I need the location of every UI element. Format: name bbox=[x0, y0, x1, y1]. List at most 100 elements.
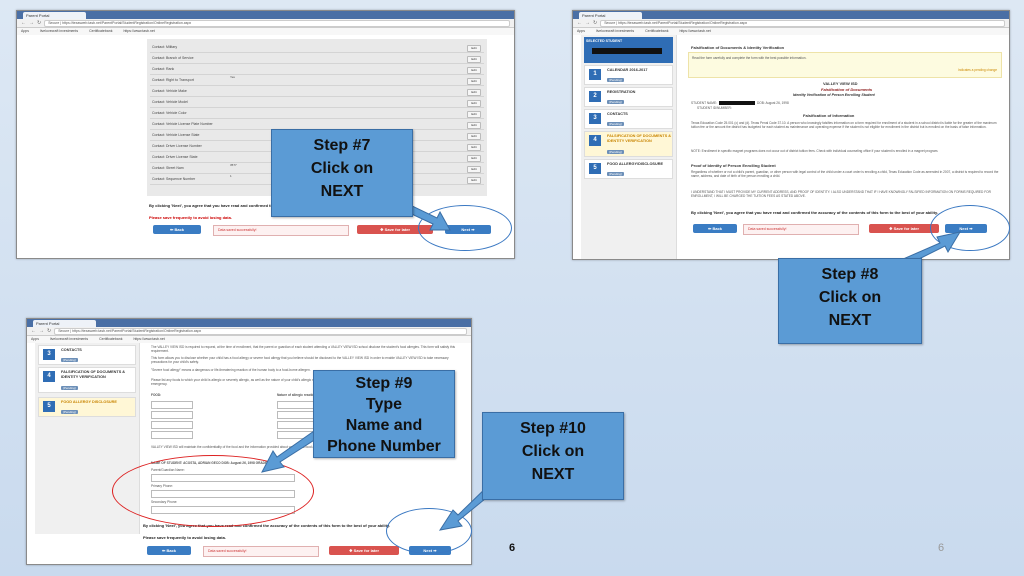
bookmark-tasb[interactable]: https://www.tasb.net bbox=[123, 29, 154, 33]
reload-icon[interactable]: ↻ bbox=[37, 20, 41, 26]
section-heading: Falsification of Information bbox=[803, 113, 855, 118]
status-badge: (Pending) bbox=[607, 99, 625, 104]
form-title: Falsification of Documents & Identity Ve… bbox=[691, 45, 785, 50]
sidebar-step-registration[interactable]: 2 REGISTRATION (Pending) bbox=[584, 87, 673, 107]
edit-button[interactable]: Edit bbox=[467, 177, 481, 184]
edit-button[interactable]: Edit bbox=[467, 133, 481, 140]
status-badge: (Pending) bbox=[61, 385, 79, 390]
bookmark-investments[interactable]: livelovecraft investments bbox=[50, 337, 88, 341]
food-label: FOOD: bbox=[151, 393, 162, 397]
edit-button[interactable]: Edit bbox=[467, 122, 481, 129]
row-label: Contact: Street Nam bbox=[152, 166, 184, 170]
back-button[interactable]: ⬅ Back bbox=[153, 225, 201, 234]
bookmark-tasb[interactable]: https://www.tasb.net bbox=[133, 337, 164, 341]
row-label: Contact: Vehicle Model bbox=[152, 100, 188, 104]
row-label: Contact: Vehicle Make bbox=[152, 89, 187, 93]
district-name: VALLEY VIEW ISD bbox=[823, 81, 858, 86]
food-input[interactable] bbox=[151, 431, 193, 439]
step-label: FOOD ALLERGY DISCLOSURE bbox=[61, 400, 117, 404]
bookmark-tasb[interactable]: https://www.tasb.net bbox=[679, 29, 710, 33]
url-input[interactable]: Secure | https://texasweb.tasb.net/Paren… bbox=[54, 327, 467, 335]
step-label: CALENDAR 2016-2017 bbox=[607, 68, 648, 72]
paragraph: This form allows you to disclose whether… bbox=[151, 356, 449, 365]
paragraph: Regardless of whether or not a child's p… bbox=[691, 170, 999, 179]
edit-button[interactable]: Edit bbox=[467, 166, 481, 173]
browser-tab[interactable]: Parent Portal bbox=[579, 12, 642, 19]
save-for-later-button[interactable]: ❖ Save for later bbox=[329, 546, 399, 555]
step-number: 1 bbox=[589, 69, 601, 80]
bookmark-apps[interactable]: Apps bbox=[21, 29, 29, 33]
status-message: Data saved successfully! bbox=[743, 224, 859, 235]
edit-button[interactable]: Edit bbox=[467, 100, 481, 107]
edit-button[interactable]: Edit bbox=[467, 89, 481, 96]
form-row: Contact: Branch of Service Edit bbox=[150, 54, 484, 64]
browser-tabbar: Parent Portal bbox=[17, 11, 514, 19]
paragraph: I UNDERSTAND THAT I MUST PROVIDE MY CURR… bbox=[691, 190, 991, 199]
reload-icon[interactable]: ↻ bbox=[47, 328, 51, 334]
sidebar-step-contacts[interactable]: 3 CONTACTS (Pending) bbox=[38, 345, 136, 365]
sidebar-step-falsification[interactable]: 4 FALSIFICATION OF DOCUMENTS & IDENTITY V… bbox=[584, 131, 673, 157]
edit-button[interactable]: Edit bbox=[467, 56, 481, 63]
step-number: 2 bbox=[589, 91, 601, 102]
sidebar-step-food-allergy[interactable]: 5 FOOD ALLERGY/DISCLOSURE (Pending) bbox=[584, 159, 673, 179]
address-bar: ← → ↻ Secure | https://texasweb.tasb.net… bbox=[27, 327, 471, 336]
sidebar-step-calendar[interactable]: 1 CALENDAR 2016-2017 (Pending) bbox=[584, 65, 673, 85]
reload-icon[interactable]: ↻ bbox=[593, 20, 597, 26]
save-button-label: Save for later bbox=[353, 548, 380, 553]
status-badge: (Pending) bbox=[607, 121, 625, 126]
document-title: Falsification of Documents bbox=[821, 87, 873, 92]
back-arrow-icon[interactable]: ← bbox=[31, 328, 36, 334]
browser-tab[interactable]: Parent Portal bbox=[33, 320, 96, 327]
step-label: CONTACTS bbox=[607, 112, 628, 116]
back-arrow-icon[interactable]: ← bbox=[577, 20, 582, 26]
row-value: 3577 bbox=[230, 163, 237, 167]
edit-button[interactable]: Edit bbox=[467, 111, 481, 118]
form-instructions: Read the form carefully and complete the… bbox=[692, 56, 807, 60]
food-input[interactable] bbox=[151, 421, 193, 429]
food-input[interactable] bbox=[151, 401, 193, 409]
step-number: 5 bbox=[43, 401, 55, 412]
selected-student-panel: SELECTED STUDENT bbox=[584, 37, 673, 63]
row-label: Contact: Driver License Number bbox=[152, 144, 202, 148]
save-button-label: Save for later bbox=[893, 226, 920, 231]
sidebar-step-food-allergy[interactable]: 5 FOOD ALLERGY DISCLOSURE (Pending) bbox=[38, 397, 136, 417]
save-for-later-button[interactable]: ❖ Save for later bbox=[869, 224, 939, 233]
back-button[interactable]: ⬅ Back bbox=[147, 546, 191, 555]
step-number: 3 bbox=[43, 349, 55, 360]
bookmark-investments[interactable]: livelovecraft investments bbox=[40, 29, 78, 33]
edit-button[interactable]: Edit bbox=[467, 78, 481, 85]
paragraph: Texas Education Code 25.001 (c) and (d).… bbox=[691, 121, 997, 130]
back-arrow-icon[interactable]: ← bbox=[21, 20, 26, 26]
edit-button[interactable]: Edit bbox=[467, 155, 481, 162]
student-name-label: STUDENT NAME: bbox=[691, 101, 717, 105]
url-input[interactable]: Secure | https://texasweb.tasb.net/Paren… bbox=[600, 19, 1005, 27]
row-label: Contact: Sequence Number bbox=[152, 177, 196, 181]
forward-arrow-icon[interactable]: → bbox=[29, 20, 34, 26]
secure-label: Secure bbox=[604, 20, 616, 25]
bookmark-investments[interactable]: livelovecraft investments bbox=[596, 29, 634, 33]
row-label: Contact: Vehicle License State bbox=[152, 133, 200, 137]
edit-button[interactable]: Edit bbox=[467, 144, 481, 151]
bookmark-apps[interactable]: Apps bbox=[31, 337, 39, 341]
edit-button[interactable]: Edit bbox=[467, 67, 481, 74]
browser-tabbar: Parent Portal bbox=[27, 319, 471, 327]
row-label: Contact: Branch of Service bbox=[152, 56, 194, 60]
step-label: FOOD ALLERGY/DISCLOSURE bbox=[607, 162, 663, 166]
back-button[interactable]: ⬅ Back bbox=[693, 224, 737, 233]
form-row: Contact: Right to Transport Yes Edit bbox=[150, 75, 484, 86]
step-label: REGISTRATION bbox=[607, 90, 636, 94]
status-badge: (Pending) bbox=[61, 357, 79, 362]
address-bar: ← → ↻ Secure | https://texasweb.tasb.net… bbox=[17, 19, 514, 28]
url-input[interactable]: Secure | https://texasweb.tasb.net/Paren… bbox=[44, 19, 510, 27]
browser-tab[interactable]: Parent Portal bbox=[23, 12, 86, 19]
sidebar-step-contacts[interactable]: 3 CONTACTS (Pending) bbox=[584, 109, 673, 129]
bookmark-certificatebank[interactable]: Certificatebank bbox=[99, 337, 122, 341]
bookmark-certificatebank[interactable]: Certificatebank bbox=[89, 29, 112, 33]
bookmark-certificatebank[interactable]: Certificatebank bbox=[645, 29, 668, 33]
forward-arrow-icon[interactable]: → bbox=[585, 20, 590, 26]
food-input[interactable] bbox=[151, 411, 193, 419]
sidebar-step-falsification[interactable]: 4 FALSIFICATION OF DOCUMENTS & IDENTITY V… bbox=[38, 367, 136, 393]
edit-button[interactable]: Edit bbox=[467, 45, 481, 52]
bookmark-apps[interactable]: Apps bbox=[577, 29, 585, 33]
forward-arrow-icon[interactable]: → bbox=[39, 328, 44, 334]
